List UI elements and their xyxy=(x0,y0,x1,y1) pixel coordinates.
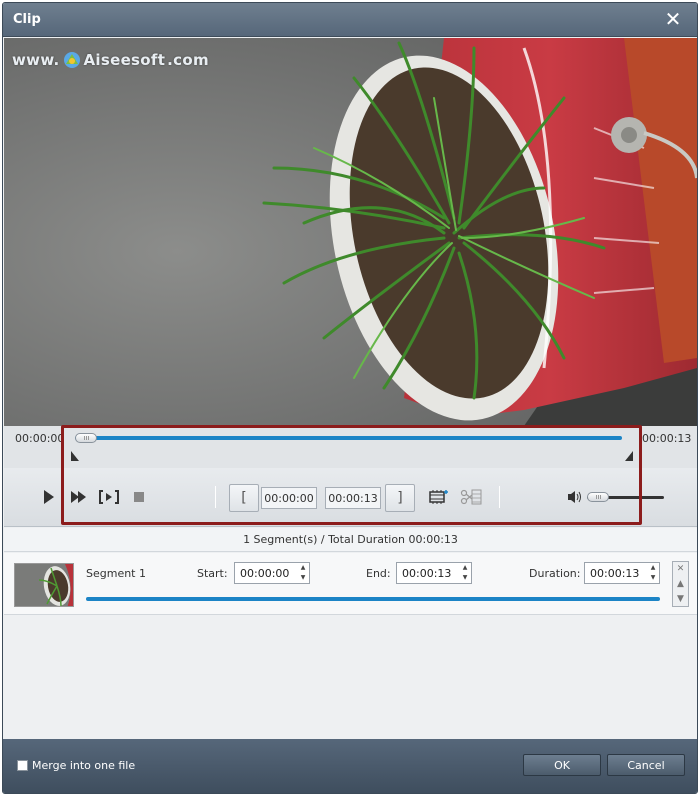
watermark-brand: Aiseesoft xyxy=(83,51,166,69)
cut-icon[interactable] xyxy=(459,487,483,507)
timeline-end-time: 00:00:13 xyxy=(642,432,692,445)
dialog-title: Clip xyxy=(13,12,41,27)
close-icon[interactable]: ✕ xyxy=(663,9,683,29)
segment-duration-value: 00:00:13 xyxy=(590,566,640,580)
dialog-footer: Merge into one file OK Cancel xyxy=(3,739,697,793)
set-end-bracket: ] xyxy=(397,490,403,506)
segment-start-value: 00:00:00 xyxy=(240,566,290,580)
duration-spinner-arrows[interactable]: ▲ ▼ xyxy=(649,565,657,581)
timeline-track[interactable] xyxy=(75,436,622,440)
aiseesoft-watermark: www. Aiseesoft .com xyxy=(12,51,209,69)
start-spinner-arrows[interactable]: ▲ ▼ xyxy=(299,565,307,581)
segment-list-empty-area xyxy=(4,616,697,738)
clip-dialog: Clip ✕ www. Aiseesoft .com 00:00:00 00:0… xyxy=(2,2,698,794)
preview-clip-icon[interactable] xyxy=(97,487,121,507)
video-preview: www. Aiseesoft .com xyxy=(4,38,697,426)
toolbar-separator xyxy=(215,486,216,508)
move-down-icon[interactable]: ▼ xyxy=(677,594,684,604)
volume-slider-thumb[interactable] xyxy=(587,492,609,502)
segment-duration-label: Duration: xyxy=(529,567,581,580)
segment-side-controls: ✕ ▲ ▼ xyxy=(672,561,689,607)
stop-icon[interactable] xyxy=(129,487,149,507)
segment-row[interactable]: Segment 1 Start: 00:00:00 ▲ ▼ End: 00:00:… xyxy=(4,553,697,615)
segment-duration-input[interactable]: 00:00:13 ▲ ▼ xyxy=(584,562,660,584)
segment-start-label: Start: xyxy=(197,567,228,580)
move-up-icon[interactable]: ▲ xyxy=(677,579,684,589)
merge-checkbox[interactable] xyxy=(17,760,28,771)
segment-range-bar xyxy=(86,597,660,601)
watermark-suffix: .com xyxy=(167,51,209,69)
start-marker-handle[interactable] xyxy=(71,451,79,461)
segment-end-input[interactable]: 00:00:13 ▲ ▼ xyxy=(396,562,472,584)
timeline-start-time: 00:00:00 xyxy=(15,432,65,445)
segment-start-input[interactable]: 00:00:00 ▲ ▼ xyxy=(234,562,310,584)
segment-end-label: End: xyxy=(366,567,391,580)
title-bar: Clip ✕ xyxy=(3,3,697,37)
preview-frame-image xyxy=(4,38,697,426)
volume-icon[interactable] xyxy=(565,487,585,507)
watermark-prefix: www. xyxy=(12,51,60,69)
delete-segment-icon[interactable]: ✕ xyxy=(677,564,685,574)
play-icon[interactable] xyxy=(39,487,59,507)
add-segment-icon[interactable] xyxy=(427,487,451,507)
set-start-icon[interactable]: [ xyxy=(229,484,259,512)
timeline-area xyxy=(4,426,697,468)
merge-label: Merge into one file xyxy=(32,759,136,772)
end-time-display[interactable]: 00:00:13 xyxy=(325,487,381,509)
timeline-playhead[interactable] xyxy=(75,433,97,443)
aiseesoft-logo-icon xyxy=(63,51,81,69)
segment-thumbnail xyxy=(14,563,74,607)
start-time-display[interactable]: 00:00:00 xyxy=(261,487,317,509)
merge-checkbox-row[interactable]: Merge into one file xyxy=(17,759,135,772)
fast-forward-icon[interactable] xyxy=(69,487,89,507)
set-end-icon[interactable]: ] xyxy=(385,484,415,512)
toolbar-separator xyxy=(499,486,500,508)
cancel-button[interactable]: Cancel xyxy=(607,754,685,776)
segment-end-value: 00:00:13 xyxy=(402,566,452,580)
set-start-bracket: [ xyxy=(241,490,247,506)
ok-button[interactable]: OK xyxy=(523,754,601,776)
end-marker-handle[interactable] xyxy=(625,451,633,461)
end-spinner-arrows[interactable]: ▲ ▼ xyxy=(461,565,469,581)
segment-name: Segment 1 xyxy=(86,567,146,580)
segment-summary: 1 Segment(s) / Total Duration 00:00:13 xyxy=(4,528,697,552)
